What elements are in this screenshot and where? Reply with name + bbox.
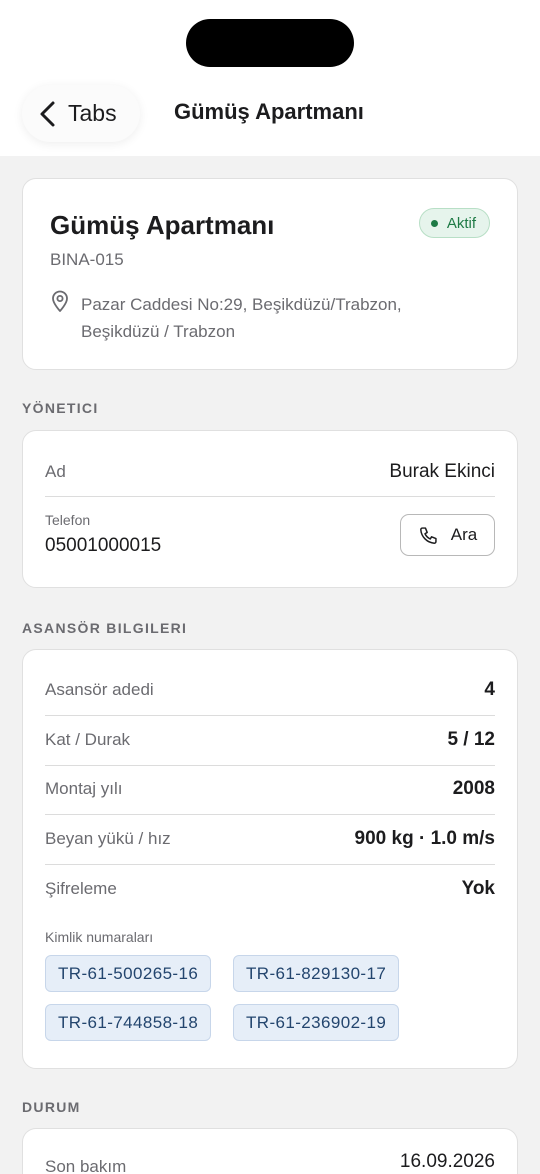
navigation-bar: Tabs Gümüş Apartmanı <box>0 80 540 156</box>
building-address: Pazar Caddesi No:29, Beşikdüzü/Trabzon, … <box>81 291 461 345</box>
elevator-count-value: 4 <box>484 679 495 700</box>
status-card: Son bakım 16.09.2026 <box>22 1128 518 1174</box>
chevron-left-icon <box>40 101 55 126</box>
info-row: Beyan yükü / hız 900 kg · 1.0 m/s <box>45 828 495 850</box>
dynamic-island <box>186 19 354 67</box>
elevator-count-label: Asansör adedi <box>45 680 154 699</box>
phone-value: 05001000015 <box>45 535 162 556</box>
manager-name-value: Burak Ekinci <box>389 461 495 482</box>
id-chip: TR-61-744858-18 <box>45 1004 212 1041</box>
call-button[interactable]: Ara <box>400 514 495 556</box>
floor-stop-label: Kat / Durak <box>45 730 131 749</box>
floor-stop-value: 5 / 12 <box>447 729 495 750</box>
status-badge-label: Aktif <box>446 214 476 232</box>
manager-card: Ad Burak Ekinci Telefon 05001000015 Ara <box>22 430 518 588</box>
install-year-label: Montaj yılı <box>45 779 123 798</box>
back-button[interactable]: Tabs <box>22 85 140 142</box>
back-button-label: Tabs <box>68 100 117 126</box>
manager-name-row: Ad Burak Ekinci <box>45 461 495 483</box>
divider <box>45 814 495 815</box>
status-dot-icon <box>430 219 438 227</box>
call-button-label: Ara <box>450 525 478 544</box>
info-row: Asansör adedi 4 <box>45 679 495 701</box>
load-speed-value: 900 kg · 1.0 m/s <box>354 828 495 849</box>
section-title-elevator: ASANSÖR BILGILERI <box>22 620 188 636</box>
section-title-status: DURUM <box>22 1099 81 1115</box>
last-maintenance-value: 16.09.2026 <box>399 1151 495 1172</box>
last-maintenance-label: Son bakım <box>45 1157 127 1174</box>
address-line-2: Beşikdüzü / Trabzon <box>81 322 236 341</box>
map-pin-icon <box>52 290 68 312</box>
divider <box>45 864 495 865</box>
divider <box>45 765 495 766</box>
building-code: BINA-015 <box>50 250 124 269</box>
status-bar <box>0 0 540 80</box>
divider <box>45 496 495 497</box>
divider <box>45 715 495 716</box>
info-row: Montaj yılı 2008 <box>45 778 495 800</box>
manager-name-label: Ad <box>45 462 66 481</box>
building-card: Gümüş Apartmanı Aktif BINA-015 Pazar Cad… <box>22 178 518 370</box>
install-year-value: 2008 <box>452 778 495 799</box>
building-name: Gümüş Apartmanı <box>50 210 275 240</box>
id-numbers-label: Kimlik numaraları <box>45 929 154 945</box>
page-title: Gümüş Apartmanı <box>174 99 364 124</box>
id-chip: TR-61-236902-19 <box>233 1004 400 1041</box>
phone-label: Telefon <box>45 512 91 528</box>
info-row: Kat / Durak 5 / 12 <box>45 729 495 751</box>
encryption-label: Şifreleme <box>45 879 117 898</box>
status-badge: Aktif <box>418 208 490 238</box>
id-chip: TR-61-500265-16 <box>45 955 212 992</box>
encryption-value: Yok <box>461 878 495 899</box>
phone-icon <box>419 526 437 544</box>
load-speed-label: Beyan yükü / hız <box>45 829 171 848</box>
info-row: Şifreleme Yok <box>45 878 495 900</box>
section-title-manager: YÖNETICI <box>22 400 99 416</box>
address-line-1: Pazar Caddesi No:29, Beşikdüzü/Trabzon, <box>81 295 402 314</box>
id-chip: TR-61-829130-17 <box>233 955 400 992</box>
elevator-card: Asansör adedi 4 Kat / Durak 5 / 12 Monta… <box>22 649 518 1069</box>
